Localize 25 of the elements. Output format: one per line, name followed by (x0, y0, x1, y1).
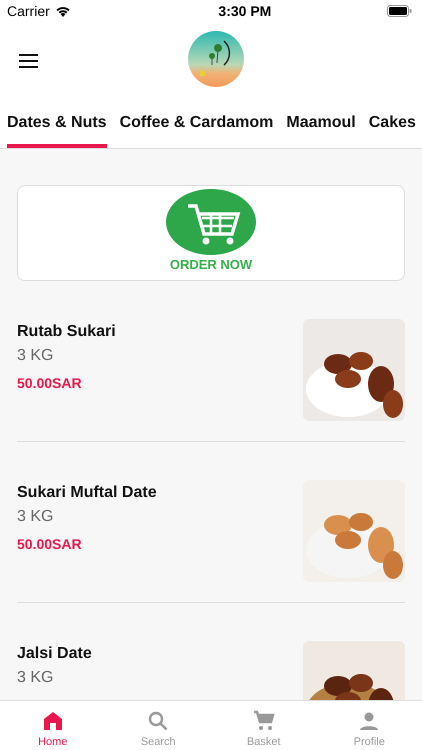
cart-icon (252, 709, 276, 733)
nav-tab[interactable]: Basket (211, 701, 316, 750)
category-tab[interactable]: Coffee & Cardamom (120, 100, 274, 148)
product-weight: 3 KG (17, 508, 54, 526)
menu-icon[interactable] (19, 54, 38, 68)
product-price: 50.00SAR (17, 536, 83, 552)
product-weight: 3 KG (17, 669, 54, 687)
carrier-label: Carrier (7, 3, 50, 19)
category-tab[interactable]: Maamoul (286, 100, 356, 148)
product-name: Sukari Muftal Date (17, 484, 157, 502)
battery-icon (386, 5, 412, 17)
nav-tab[interactable]: Search (106, 701, 211, 750)
clock-time: 3:30 PM (218, 3, 272, 19)
category-tab[interactable]: Cakes (368, 100, 416, 148)
order-now-banner[interactable]: ORDER NOW (17, 185, 405, 281)
nav-tab[interactable]: Home (0, 701, 106, 750)
wifi-icon (54, 5, 71, 17)
nav-tab[interactable]: Profile (316, 701, 422, 750)
palm-tree-logo (188, 31, 244, 87)
product-weight: 3 KG (17, 347, 54, 365)
banner-caption: ORDER NOW (170, 257, 252, 272)
product-name: Rutab Sukari (17, 323, 116, 341)
product-name: Jalsi Date (17, 645, 92, 663)
product-price: 50.00SAR (17, 375, 83, 391)
cart-icon (166, 189, 256, 255)
